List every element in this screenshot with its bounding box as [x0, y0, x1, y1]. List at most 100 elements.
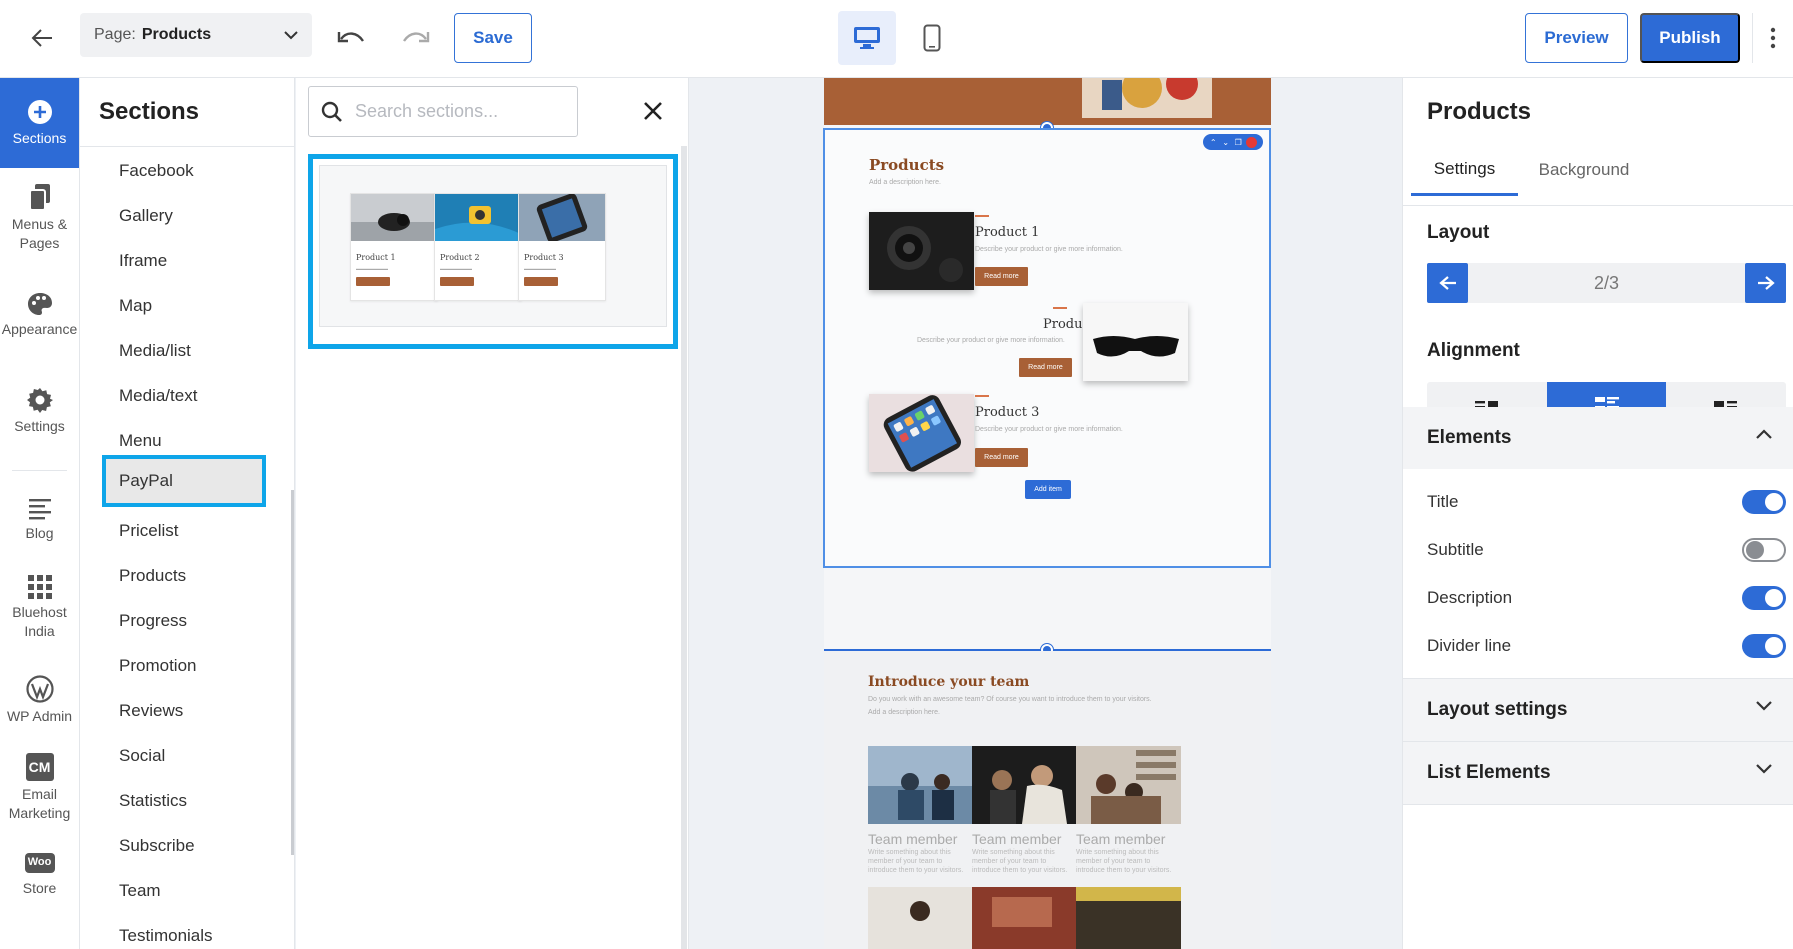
team-member-1-name[interactable]: Team member [868, 831, 957, 847]
layout-next-button[interactable] [1745, 263, 1786, 303]
redo-button[interactable] [398, 22, 434, 54]
more-options-button[interactable] [1752, 13, 1793, 63]
section-item-pricelist[interactable]: Pricelist [102, 508, 266, 553]
description-toggle[interactable] [1742, 586, 1786, 610]
close-panel-button[interactable] [636, 94, 670, 128]
page-select[interactable]: Page: Products [80, 13, 312, 57]
section-item-reviews[interactable]: Reviews [102, 688, 266, 733]
team-member-2-name[interactable]: Team member [972, 831, 1061, 847]
section-item-map[interactable]: Map [102, 283, 266, 328]
section-item-statistics[interactable]: Statistics [102, 778, 266, 823]
move-down-icon[interactable]: ⌄ [1221, 138, 1230, 147]
section-item-media-list[interactable]: Media/list [102, 328, 266, 373]
list-elements-header[interactable]: List Elements [1403, 742, 1793, 804]
rail-item-bluehost-india[interactable]: Bluehost India [0, 560, 79, 656]
team-member-2-image[interactable] [972, 746, 1077, 824]
products-subtitle[interactable]: Add a description here. [869, 179, 941, 186]
section-item-media-text[interactable]: Media/text [102, 373, 266, 418]
product-2-read-more-button[interactable]: Read more [1019, 358, 1072, 377]
subtitle-toggle[interactable] [1742, 538, 1786, 562]
team-member-3-desc[interactable]: Write something about this member of you… [1076, 848, 1176, 875]
section-item-social[interactable]: Social [102, 733, 266, 778]
divider-line-toggle[interactable] [1742, 634, 1786, 658]
section-item-promotion[interactable]: Promotion [102, 643, 266, 688]
rail-item-store[interactable]: Woo Store [0, 832, 79, 918]
section-item-team[interactable]: Team [102, 868, 266, 913]
section-item-paypal[interactable]: PayPal [102, 455, 266, 507]
product-3-desc[interactable]: Describe your product or give more infor… [975, 426, 1123, 433]
chevron-up-icon [1756, 429, 1772, 439]
rail-item-wp-admin[interactable]: WP Admin [0, 656, 79, 744]
desktop-view-button[interactable] [838, 11, 896, 65]
rail-item-appearance[interactable]: Appearance [0, 270, 79, 360]
section-item-facebook[interactable]: Facebook [102, 148, 266, 193]
toggle-row-title: Title [1427, 482, 1786, 522]
mobile-view-button[interactable] [903, 11, 961, 65]
elements-section-header[interactable]: Elements [1403, 407, 1793, 469]
rail-label-bluehost-india: Bluehost India [12, 604, 67, 639]
team-section[interactable]: Introduce your team Do you work with an … [824, 651, 1271, 949]
team-member-6-image[interactable] [1076, 887, 1181, 949]
team-member-3-name[interactable]: Team member [1076, 831, 1165, 847]
team-member-1-desc[interactable]: Write something about this member of you… [868, 848, 968, 875]
product-1-image[interactable] [869, 212, 974, 290]
rail-item-sections[interactable]: Sections [0, 78, 79, 168]
delete-icon[interactable] [1246, 136, 1258, 148]
grid-icon [27, 575, 52, 599]
product-3-read-more-button[interactable]: Read more [975, 448, 1028, 467]
alignment-label: Alignment [1427, 340, 1520, 361]
list-elements-label: List Elements [1427, 762, 1551, 783]
section-item-testimonials[interactable]: Testimonials [102, 913, 266, 949]
duplicate-icon[interactable]: ❐ [1234, 138, 1243, 147]
search-input[interactable] [355, 101, 555, 122]
move-up-icon[interactable]: ⌃ [1209, 138, 1218, 147]
sections-scrollbar[interactable] [291, 490, 294, 855]
arrow-right-icon [1757, 276, 1775, 290]
section-item-iframe[interactable]: Iframe [102, 238, 266, 283]
tab-background[interactable]: Background [1523, 144, 1645, 196]
section-item-products[interactable]: Products [102, 553, 266, 598]
team-description[interactable]: Add a description here. [868, 709, 940, 716]
product-2-image[interactable] [1083, 303, 1188, 381]
save-button[interactable]: Save [454, 13, 532, 63]
gear-icon [26, 387, 53, 413]
hero-section[interactable] [824, 78, 1271, 125]
team-member-1-image[interactable] [868, 746, 973, 824]
product-1-title[interactable]: Product 1 [975, 225, 1039, 240]
team-member-3-image[interactable] [1076, 746, 1181, 824]
team-member-4-image[interactable] [868, 887, 973, 949]
layout-settings-header[interactable]: Layout settings [1403, 679, 1793, 741]
product-1-desc[interactable]: Describe your product or give more infor… [975, 246, 1123, 253]
section-item-progress[interactable]: Progress [102, 598, 266, 643]
rail-item-email-marketing[interactable]: CM Email Marketing [0, 738, 79, 838]
product-2-desc[interactable]: Describe your product or give more infor… [917, 337, 1065, 344]
team-subtitle[interactable]: Do you work with an awesome team? Of cou… [868, 696, 1152, 703]
product-1-divider [975, 215, 989, 217]
rail-item-settings[interactable]: Settings [0, 368, 79, 454]
products-heading[interactable]: Products [869, 156, 944, 174]
rail-item-menus-pages[interactable]: Menus & Pages [0, 174, 79, 262]
preview-scrollbar[interactable] [681, 146, 687, 949]
title-toggle[interactable] [1742, 490, 1786, 514]
tab-settings[interactable]: Settings [1411, 144, 1518, 196]
layout-prev-button[interactable] [1427, 263, 1468, 303]
sections-title: Sections [99, 98, 200, 125]
section-item-gallery[interactable]: Gallery [102, 193, 266, 238]
products-section-selected[interactable]: ⌃ ⌄ ❐ Products Add a description here. P… [823, 128, 1271, 568]
preview-product-desc: ▬▬▬▬▬▬▬▬ [356, 266, 388, 271]
product-1-read-more-button[interactable]: Read more [975, 267, 1028, 286]
back-button[interactable] [22, 20, 62, 56]
publish-button[interactable]: Publish [1640, 13, 1740, 63]
preview-product-desc: ▬▬▬▬▬▬▬▬ [524, 266, 556, 271]
product-3-title[interactable]: Product 3 [975, 405, 1039, 420]
add-item-button[interactable]: Add item [1025, 480, 1071, 499]
rail-item-blog[interactable]: Blog [0, 478, 79, 562]
products-section-preview[interactable]: Product 1 ▬▬▬▬▬▬▬▬ Product 2 ▬▬▬▬▬▬▬▬ Pr… [308, 154, 678, 349]
section-item-subscribe[interactable]: Subscribe [102, 823, 266, 868]
team-heading[interactable]: Introduce your team [868, 674, 1029, 690]
team-member-2-desc[interactable]: Write something about this member of you… [972, 848, 1072, 875]
undo-button[interactable] [333, 22, 369, 54]
product-3-image[interactable] [869, 394, 974, 472]
preview-button[interactable]: Preview [1525, 13, 1628, 63]
team-member-5-image[interactable] [972, 887, 1077, 949]
